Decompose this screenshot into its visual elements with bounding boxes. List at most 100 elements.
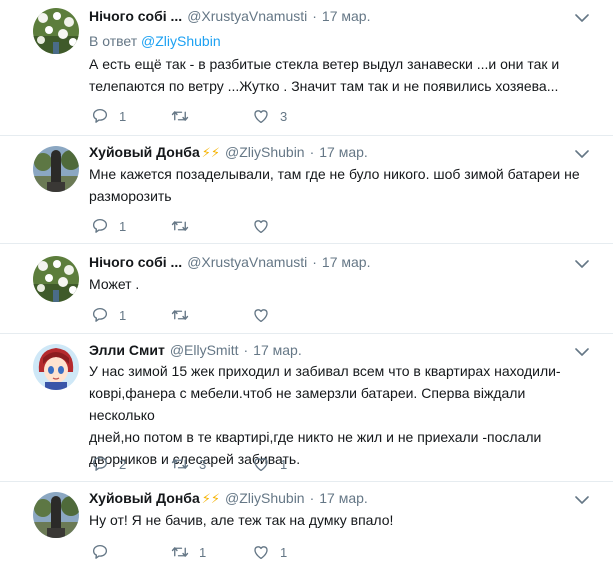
avatar[interactable]: [33, 256, 79, 302]
display-name[interactable]: Нічого собі ...: [89, 8, 182, 24]
reply-button[interactable]: 1: [91, 305, 126, 325]
heart-icon: [252, 455, 270, 473]
retweet-count: 3: [199, 456, 207, 472]
timestamp[interactable]: 17 мар.: [253, 342, 302, 358]
tweet-text: Мне кажется позаделывали, там где не бул…: [89, 163, 589, 207]
retweet-icon: [171, 455, 189, 473]
reply-icon: [91, 107, 109, 125]
like-button[interactable]: 1: [252, 454, 287, 474]
like-count: 3: [280, 108, 288, 124]
tweet-text-line: дней,но потом в те квартирі,где никто не…: [89, 429, 542, 445]
retweet-icon: [171, 543, 189, 561]
retweet-icon: [171, 217, 189, 235]
retweet-button[interactable]: 3: [171, 454, 206, 474]
reply-icon: [91, 217, 109, 235]
tweet-header: Нічого собі ... @XrustyaVnamusti · 17 ма…: [89, 8, 370, 28]
reply-icon: [91, 543, 109, 561]
heart-icon: [252, 217, 270, 235]
tweet[interactable]: Нічого собі ... @XrustyaVnamusti · 17 ма…: [0, 0, 613, 150]
avatar-image: [33, 492, 79, 538]
retweet-icon: [171, 107, 189, 125]
tweet-text-line: Мне кажется позаделывали, там где не бул…: [89, 166, 580, 182]
reply-count: 1: [119, 218, 127, 234]
user-handle[interactable]: @ZliyShubin: [225, 490, 305, 506]
timestamp[interactable]: 17 мар.: [322, 254, 371, 270]
tweet[interactable]: Элли Смит @EllySmitt · 17 мар. У нас зим…: [0, 334, 613, 482]
display-name[interactable]: Хуйовый Донба: [89, 490, 200, 506]
separator-dot: ·: [309, 144, 315, 160]
display-name[interactable]: Нічого собі ...: [89, 254, 182, 270]
retweet-button[interactable]: [171, 216, 199, 236]
heart-icon: [252, 107, 270, 125]
lightning-emoji: ⚡⚡: [201, 491, 221, 506]
reply-button[interactable]: [91, 542, 119, 562]
separator-dot: ·: [312, 254, 317, 270]
reply-icon: [91, 306, 109, 324]
heart-icon: [252, 543, 270, 561]
reply-count: 2: [119, 456, 127, 472]
separator-dot: ·: [243, 342, 249, 358]
tweet-header: Элли Смит @EllySmitt · 17 мар.: [89, 342, 302, 362]
tweet-text: А есть ещё так - в разбитые стекла ветер…: [89, 53, 589, 97]
avatar[interactable]: [33, 8, 79, 54]
reply-prefix: В ответ: [89, 33, 138, 49]
display-name[interactable]: Элли Смит: [89, 342, 165, 358]
tweet[interactable]: Хуйовый Донба ⚡⚡ @ZliyShubin · 17 мар. Н…: [0, 482, 613, 570]
user-handle[interactable]: @XrustyaVnamusti: [187, 8, 307, 24]
chevron-down-icon[interactable]: [575, 259, 589, 269]
display-name[interactable]: Хуйовый Донба: [89, 144, 200, 160]
avatar-image: [33, 344, 79, 390]
reply-count: 1: [119, 108, 127, 124]
avatar[interactable]: [33, 492, 79, 538]
separator-dot: ·: [309, 490, 315, 506]
reply-count: 1: [119, 307, 127, 323]
tweet-text-line: телепаются по ветру ...Жутко . Значит та…: [89, 78, 559, 94]
tweet[interactable]: Хуйовый Донба ⚡⚡ @ZliyShubin · 17 мар. М…: [0, 136, 613, 244]
user-handle[interactable]: @EllySmitt: [170, 342, 239, 358]
tweet-header: Хуйовый Донба ⚡⚡ @ZliyShubin · 17 мар.: [89, 144, 368, 164]
retweet-button[interactable]: 1: [171, 542, 206, 562]
like-count: 1: [280, 544, 288, 560]
chevron-down-icon[interactable]: [575, 495, 589, 505]
reply-button[interactable]: 1: [91, 216, 126, 236]
user-handle[interactable]: @ZliyShubin: [225, 144, 305, 160]
reply-target-link[interactable]: @ZliyShubin: [141, 33, 221, 49]
like-button[interactable]: 3: [252, 106, 287, 126]
tweet-header: Хуйовый Донба ⚡⚡ @ZliyShubin · 17 мар.: [89, 490, 368, 510]
avatar-image: [33, 146, 79, 192]
tweet-text: Может .: [89, 273, 589, 295]
tweet-text-line: У нас зимой 15 жек приходил и забивал вс…: [89, 363, 561, 379]
avatar-image: [33, 8, 79, 54]
reply-context: В ответ @ZliyShubin: [89, 33, 221, 49]
reply-button[interactable]: 1: [91, 106, 126, 126]
avatar[interactable]: [33, 344, 79, 390]
timestamp[interactable]: 17 мар.: [319, 490, 368, 506]
chevron-down-icon[interactable]: [575, 13, 589, 23]
tweet-header: Нічого собі ... @XrustyaVnamusti · 17 ма…: [89, 254, 370, 274]
like-count: 1: [280, 456, 288, 472]
tweet[interactable]: Нічого собі ... @XrustyaVnamusti · 17 ма…: [0, 244, 613, 334]
tweet-text-line: дворников и слесарей забивать.: [89, 451, 301, 467]
tweet-text-line: разморозить: [89, 188, 172, 204]
retweet-button[interactable]: [171, 106, 199, 126]
tweet-text-line: А есть ещё так - в разбитые стекла ветер…: [89, 56, 560, 72]
like-button[interactable]: 1: [252, 542, 287, 562]
reply-button[interactable]: 2: [91, 454, 126, 474]
retweet-count: 1: [199, 544, 207, 560]
chevron-down-icon[interactable]: [575, 149, 589, 159]
like-button[interactable]: [252, 216, 280, 236]
user-handle[interactable]: @XrustyaVnamusti: [187, 254, 307, 270]
lightning-emoji: ⚡⚡: [201, 145, 221, 160]
tweet-text: У нас зимой 15 жек приходил и забивал вс…: [89, 360, 589, 470]
retweet-icon: [171, 306, 189, 324]
retweet-button[interactable]: [171, 305, 199, 325]
heart-icon: [252, 306, 270, 324]
like-button[interactable]: [252, 305, 280, 325]
tweet-text-line: Ну от! Я не бачив, але теж так на думку …: [89, 512, 394, 528]
timestamp[interactable]: 17 мар.: [322, 8, 371, 24]
tweet-text-line: Может .: [89, 276, 140, 292]
timestamp[interactable]: 17 мар.: [319, 144, 368, 160]
avatar[interactable]: [33, 146, 79, 192]
chevron-down-icon[interactable]: [575, 347, 589, 357]
avatar-image: [33, 256, 79, 302]
